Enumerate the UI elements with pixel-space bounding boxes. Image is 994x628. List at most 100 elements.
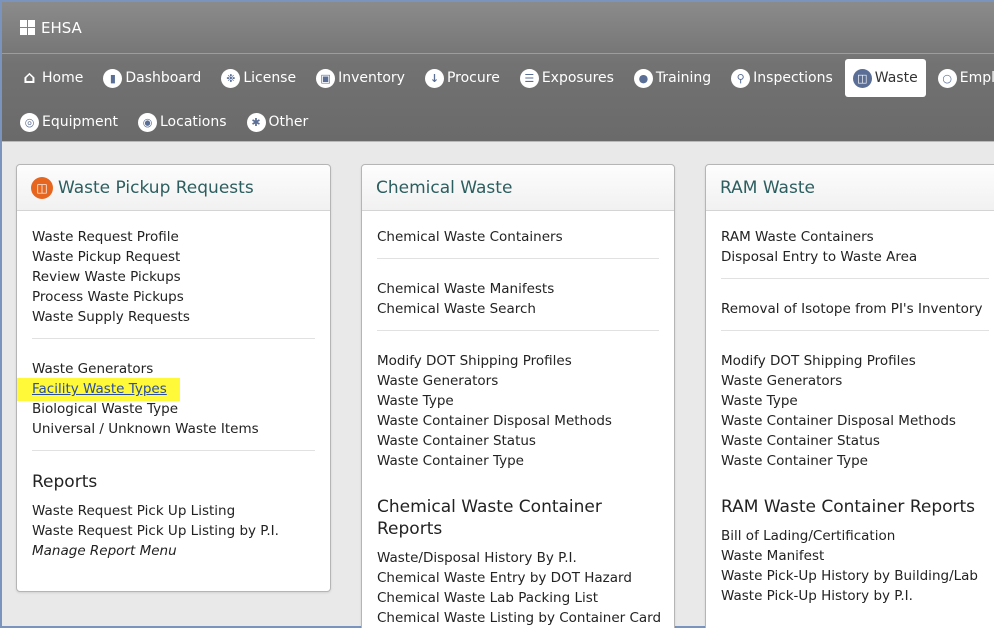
link-process-waste-pickups[interactable]: Process Waste Pickups <box>32 287 315 307</box>
link-waste-container-type[interactable]: Waste Container Type <box>721 451 989 471</box>
panel-title: RAM Waste <box>720 177 815 198</box>
nav-label: Locations <box>160 114 227 130</box>
link-waste-pickup-request[interactable]: Waste Pickup Request <box>32 247 315 267</box>
link-report[interactable]: Chemical Waste Listing by Container Card <box>377 608 661 628</box>
nav-license[interactable]: ❉ License <box>213 59 304 97</box>
nav-exposures[interactable]: ☰ Exposures <box>512 59 622 97</box>
link-waste-container-status[interactable]: Waste Container Status <box>721 431 989 451</box>
link-group: Modify DOT Shipping Profiles Waste Gener… <box>377 351 659 482</box>
link-report[interactable]: Waste Pick-Up History by Building/Lab <box>721 566 989 586</box>
link-report[interactable]: Waste Manifest <box>721 546 989 566</box>
reports-group: Chemical Waste Container Reports Waste/D… <box>377 496 661 628</box>
link-waste-type[interactable]: Waste Type <box>377 391 659 411</box>
link-waste-request-profile[interactable]: Waste Request Profile <box>32 227 315 247</box>
link-report[interactable]: Chemical Waste Entry by DOT Hazard <box>377 568 659 588</box>
panel-header: Chemical Waste <box>362 165 674 211</box>
nav-label: Dashboard <box>125 70 202 86</box>
nav-label: Employees <box>959 70 994 86</box>
link-group: Waste Generators Facility Waste Types Bi… <box>17 359 315 451</box>
link-chemical-waste-search[interactable]: Chemical Waste Search <box>377 299 659 319</box>
nav-employees[interactable]: ○ Employees <box>930 59 994 97</box>
nav-equipment[interactable]: ◎ Equipment <box>12 103 126 141</box>
map-pin-icon: ◉ <box>138 112 157 132</box>
nav-dashboard[interactable]: ▮ Dashboard <box>95 59 209 97</box>
nav-label: Waste <box>874 70 918 86</box>
reports-title: RAM Waste Container Reports <box>721 497 976 517</box>
link-waste-container-disposal-methods[interactable]: Waste Container Disposal Methods <box>721 411 989 431</box>
link-report[interactable]: Bill of Lading/Certification <box>721 526 989 546</box>
main-nav-row-2: ◎ Equipment ◉ Locations ✱ Other <box>2 100 994 144</box>
reports-title: Reports <box>32 472 98 492</box>
wrench-icon: ❉ <box>221 68 241 88</box>
nav-label: Training <box>655 70 712 86</box>
link-biological-waste-type[interactable]: Biological Waste Type <box>32 399 315 419</box>
link-ram-waste-containers[interactable]: RAM Waste Containers <box>721 227 989 247</box>
truck-icon: ▣ <box>316 68 336 88</box>
panel-title: Chemical Waste <box>376 177 513 198</box>
link-waste-generators[interactable]: Waste Generators <box>377 371 659 391</box>
link-group: Modify DOT Shipping Profiles Waste Gener… <box>721 351 989 482</box>
person-icon: ● <box>633 68 653 88</box>
app-bar: EHSA <box>2 2 994 54</box>
nav-label: License <box>243 70 297 86</box>
link-waste-type[interactable]: Waste Type <box>721 391 989 411</box>
link-waste-generators[interactable]: Waste Generators <box>721 371 989 391</box>
link-modify-dot-shipping-profiles[interactable]: Modify DOT Shipping Profiles <box>721 351 989 371</box>
link-manage-report-menu[interactable]: Manage Report Menu <box>32 541 315 561</box>
link-universal-unknown-waste-items[interactable]: Universal / Unknown Waste Items <box>32 419 315 439</box>
link-report[interactable]: Chemical Waste Lab Packing List <box>377 588 659 608</box>
nav-waste[interactable]: ◫ Waste <box>844 59 926 97</box>
clipboard-icon: ☰ <box>519 68 539 88</box>
link-report[interactable]: Waste Request Pick Up Listing by P.I. <box>32 521 315 541</box>
grid-logo-icon <box>20 20 35 35</box>
link-group: RAM Waste Containers Disposal Entry to W… <box>721 227 989 279</box>
link-waste-container-disposal-methods[interactable]: Waste Container Disposal Methods <box>377 411 659 431</box>
link-modify-dot-shipping-profiles[interactable]: Modify DOT Shipping Profiles <box>377 351 659 371</box>
nav-locations[interactable]: ◉ Locations <box>130 103 235 141</box>
link-chemical-waste-manifests[interactable]: Chemical Waste Manifests <box>377 279 659 299</box>
link-chemical-waste-containers[interactable]: Chemical Waste Containers <box>377 227 659 247</box>
panel-chemical-waste: Chemical Waste Chemical Waste Containers… <box>361 164 675 628</box>
link-group: Waste Request Profile Waste Pickup Reque… <box>32 227 315 339</box>
nav-inventory[interactable]: ▣ Inventory <box>308 59 413 97</box>
chart-icon: ▮ <box>103 68 123 88</box>
link-disposal-entry-to-waste-area[interactable]: Disposal Entry to Waste Area <box>721 247 989 267</box>
panel-title: Waste Pickup Requests <box>58 177 254 198</box>
link-waste-generators[interactable]: Waste Generators <box>32 359 315 379</box>
panel-waste-pickup-requests: ◫ Waste Pickup Requests Waste Request Pr… <box>16 164 331 592</box>
link-report[interactable]: Waste Pick-Up History by P.I. <box>721 586 989 606</box>
nav-label: Inspections <box>753 70 833 86</box>
nav-procure[interactable]: ↓ Procure <box>417 59 508 97</box>
link-removal-of-isotope[interactable]: Removal of Isotope from PI's Inventory <box>721 299 989 319</box>
trash-icon: ◫ <box>31 176 53 199</box>
nav-training[interactable]: ● Training <box>626 59 719 97</box>
link-facility-waste-types[interactable]: Facility Waste Types <box>17 378 180 401</box>
link-group: Chemical Waste Manifests Chemical Waste … <box>377 279 659 331</box>
link-waste-container-status[interactable]: Waste Container Status <box>377 431 659 451</box>
link-report[interactable]: Waste Request Pick Up Listing <box>32 501 315 521</box>
magnifier-icon: ⚲ <box>731 68 751 88</box>
nav-inspections[interactable]: ⚲ Inspections <box>723 59 841 97</box>
group-icon: ○ <box>937 68 957 88</box>
panel-ram-waste: RAM Waste RAM Waste Containers Disposal … <box>705 164 994 628</box>
nav-label: Other <box>268 114 309 130</box>
top-bar: EHSA ⌂ Home ▮ Dashboard ❉ License ▣ Inve… <box>2 2 994 141</box>
download-icon: ↓ <box>424 68 444 88</box>
panel-header: RAM Waste <box>706 165 994 211</box>
main-nav-row-1: ⌂ Home ▮ Dashboard ❉ License ▣ Inventory… <box>2 56 994 100</box>
nav-label: Equipment <box>42 114 118 130</box>
reports-title: Chemical Waste Container Reports <box>377 497 602 539</box>
link-waste-container-type[interactable]: Waste Container Type <box>377 451 659 471</box>
link-waste-supply-requests[interactable]: Waste Supply Requests <box>32 307 315 327</box>
link-review-waste-pickups[interactable]: Review Waste Pickups <box>32 267 315 287</box>
nav-label: Home <box>42 70 84 86</box>
nav-home[interactable]: ⌂ Home <box>12 59 91 97</box>
nav-label: Procure <box>446 70 500 86</box>
link-report[interactable]: Waste/Disposal History By P.I. <box>377 548 659 568</box>
nav-label: Exposures <box>541 70 614 86</box>
app-title[interactable]: EHSA <box>41 19 82 37</box>
home-icon: ⌂ <box>23 68 36 88</box>
link-group: Removal of Isotope from PI's Inventory <box>721 299 989 331</box>
nav-other[interactable]: ✱ Other <box>239 103 317 141</box>
nav-label: Inventory <box>338 70 405 86</box>
